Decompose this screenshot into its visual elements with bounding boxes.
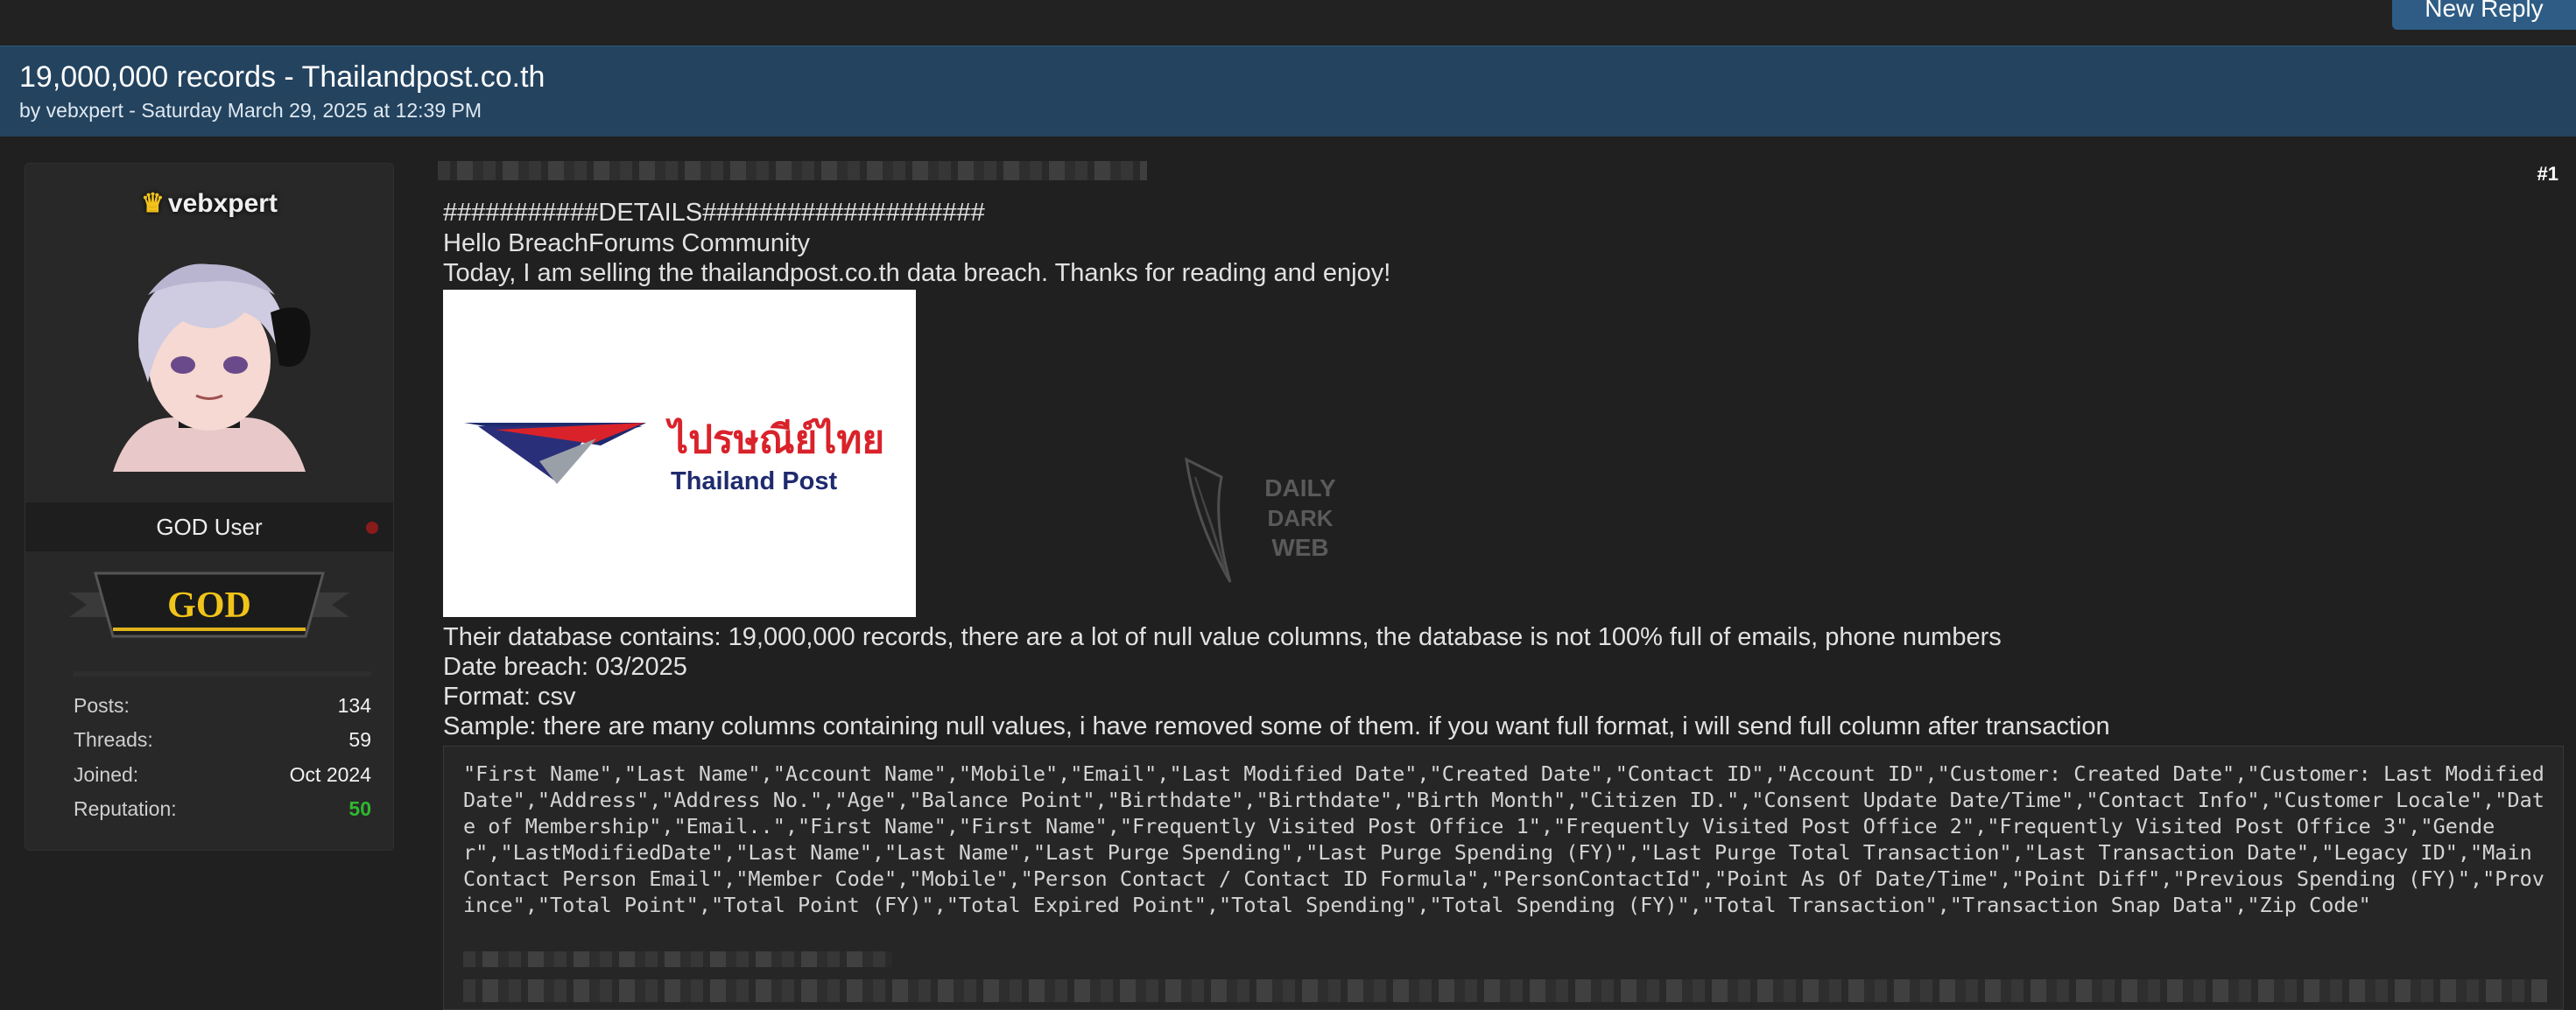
rank-bar: GOD User bbox=[25, 502, 393, 551]
rank-label: GOD User bbox=[156, 514, 263, 540]
post-intro: Today, I am selling the thailandpost.co.… bbox=[443, 259, 1391, 287]
post-sample-note: Sample: there are many columns containin… bbox=[443, 712, 2110, 740]
stat-threads: Threads: 59 bbox=[74, 728, 371, 760]
daily-dark-web-watermark: DAILY DARK WEB bbox=[1185, 457, 1336, 583]
stat-label: Joined: bbox=[74, 763, 139, 786]
stat-value: 134 bbox=[337, 694, 371, 717]
author-username[interactable]: vebxpert bbox=[168, 189, 278, 218]
stat-value: 59 bbox=[348, 728, 371, 751]
god-badge-text: GOD bbox=[167, 586, 251, 626]
stat-value: Oct 2024 bbox=[289, 763, 371, 786]
god-rank-badge-icon: GOD bbox=[69, 572, 349, 638]
avatar[interactable] bbox=[95, 242, 323, 472]
stat-label: Reputation: bbox=[74, 797, 177, 820]
stat-reputation: Reputation: 50 bbox=[74, 797, 371, 829]
watermark-line-1: DAILY bbox=[1264, 474, 1336, 501]
reputation-value[interactable]: 50 bbox=[348, 797, 371, 821]
thread-title: 19,000,000 records - Thailandpost.co.th bbox=[19, 60, 545, 94]
watermark-line-2: DARK bbox=[1267, 505, 1333, 531]
sample-code-block: "First Name","Last Name","Account Name",… bbox=[443, 746, 2564, 1010]
logo-thai-text: ไปรษณีย์ไทย bbox=[665, 417, 884, 462]
logo-english-text: Thailand Post bbox=[671, 467, 837, 495]
post-date-breach: Date breach: 03/2025 bbox=[443, 653, 687, 681]
post-format: Format: csv bbox=[443, 683, 576, 711]
post-details-header: ###########DETAILS#################### bbox=[443, 199, 985, 227]
sample-redacted-row bbox=[463, 951, 892, 967]
stat-joined: Joined: Oct 2024 bbox=[74, 763, 371, 795]
offline-status-icon bbox=[366, 522, 378, 534]
thailand-post-logo: ไปรษณีย์ไทย Thailand Post bbox=[443, 290, 916, 617]
new-reply-button[interactable]: New Reply bbox=[2392, 0, 2576, 30]
stat-label: Posts: bbox=[74, 694, 130, 717]
post-date-redacted bbox=[438, 161, 1147, 180]
post-records-info: Their database contains: 19,000,000 reco… bbox=[443, 623, 2002, 651]
author-sidebar: ♛ vebxpert GOD User GOD Posts: 134 Thread… bbox=[25, 163, 394, 851]
post-greeting: Hello BreachForums Community bbox=[443, 229, 811, 257]
top-bar: New Reply bbox=[0, 0, 2576, 44]
post-number-link[interactable]: #1 bbox=[2537, 163, 2558, 186]
thread-header: 19,000,000 records - Thailandpost.co.th … bbox=[0, 46, 2576, 137]
sample-redacted-row bbox=[463, 979, 2547, 1002]
stat-label: Threads: bbox=[74, 728, 153, 751]
watermark-line-3: WEB bbox=[1271, 534, 1328, 561]
sample-columns-text: "First Name","Last Name","Account Name",… bbox=[463, 761, 2558, 917]
sidebar-divider bbox=[74, 671, 371, 677]
author-username-row: ♛ vebxpert bbox=[25, 188, 393, 219]
crown-icon: ♛ bbox=[141, 189, 165, 218]
thread-meta: by vebxpert - Saturday March 29, 2025 at… bbox=[19, 99, 482, 122]
stat-posts: Posts: 134 bbox=[74, 694, 371, 726]
